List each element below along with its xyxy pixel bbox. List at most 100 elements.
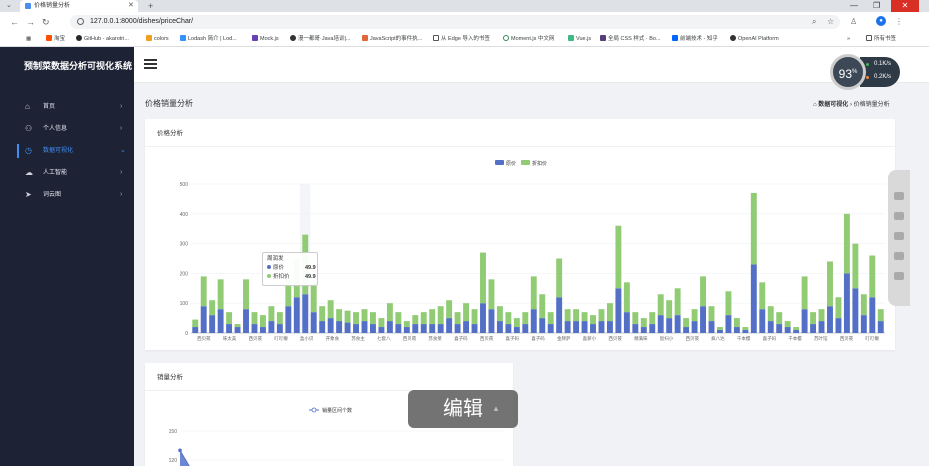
bookmark-item[interactable]: 漫一都哥·Java培训|...	[290, 32, 350, 47]
bar-original-price	[386, 321, 393, 333]
window-maximize-icon[interactable]: ❐	[873, 0, 880, 12]
sidebar-item-label: 数据可视化	[43, 148, 74, 154]
breadcrumb-link[interactable]: 数据可视化	[818, 102, 848, 108]
url-text: 127.0.0.1:8000/dishes/priceChar/	[90, 18, 194, 25]
series-swatch-icon	[267, 274, 271, 278]
bar-discount-price	[395, 312, 402, 325]
data-point	[178, 448, 182, 453]
zoom-icon[interactable]: ⌕	[812, 16, 816, 28]
sidebar-item-visualization[interactable]: ◷ 数据可视化 ⌄	[0, 140, 134, 162]
bookmark-folder[interactable]: 从 Edge 导入的书签	[433, 32, 490, 47]
bar-discount-price	[632, 312, 639, 325]
memory-gauge[interactable]: 93%	[830, 54, 866, 90]
bookmark-item[interactable]: 淘宝	[46, 32, 65, 47]
tab-close-icon[interactable]: ✕	[128, 0, 134, 12]
bookmark-item[interactable]: Vue.js	[568, 32, 591, 47]
bar-discount-price	[564, 309, 571, 322]
x-tick-label: 喜子码	[531, 335, 545, 342]
bar-original-price	[319, 321, 326, 333]
bar-original-price	[759, 309, 766, 333]
bookmark-item[interactable]: OpenAI Platform	[730, 32, 779, 47]
tool-icon[interactable]	[894, 272, 904, 280]
x-tick-label: 叮叮懒	[865, 335, 879, 342]
bookmark-item[interactable]: JavaScript的事件执...	[362, 32, 422, 47]
chevron-right-icon: ›	[120, 191, 123, 198]
bookmark-item[interactable]: colors	[146, 32, 169, 47]
tool-icon[interactable]	[894, 212, 904, 220]
x-tick-label: 疯八达	[711, 335, 725, 342]
forward-icon[interactable]: →	[26, 12, 35, 32]
breadcrumb: ⌂ 数据可视化 › 价格销量分析	[813, 99, 890, 108]
apps-grid-icon[interactable]: ▦	[26, 32, 31, 47]
reload-icon[interactable]: ↻	[42, 12, 50, 32]
bar-discount-price	[869, 255, 876, 298]
tooltip-title: 周润发	[267, 256, 284, 262]
bar-original-price	[234, 327, 241, 333]
sidebar-item-profile[interactable]: ⚇ 个人信息 ›	[0, 118, 134, 140]
sidebar-item-ai[interactable]: ☁ 人工智能 ›	[0, 162, 134, 184]
bar-original-price	[784, 327, 791, 333]
x-tick-label: 喜子码	[763, 335, 777, 342]
address-bar[interactable]: 127.0.0.1:8000/dishes/priceChar/	[70, 15, 840, 29]
upload-dot-icon	[866, 63, 869, 66]
tool-icon[interactable]	[894, 252, 904, 260]
bar-discount-price	[226, 312, 233, 325]
openai-icon	[730, 35, 736, 41]
series-swatch-icon	[267, 265, 271, 269]
x-tick-label: 苏叶馆	[814, 335, 828, 342]
bar-original-price	[877, 321, 884, 333]
x-tick-label: 西贝莜	[608, 335, 622, 342]
chart-icon: ◷	[25, 146, 32, 155]
all-bookmarks-button[interactable]: 所有书签	[866, 32, 896, 47]
bookmark-star-icon[interactable]: ☆	[827, 16, 834, 28]
bar-discount-price	[573, 309, 580, 322]
chevron-right-icon: ›	[120, 169, 123, 176]
bookmark-item[interactable]: 前端技术 - 知乎	[672, 32, 718, 47]
bookmark-label: 漫一都哥·Java培训|...	[298, 36, 351, 42]
bookmarks-more-button[interactable]: »	[847, 32, 850, 47]
profile-avatar[interactable]: ●	[876, 16, 886, 26]
bar-discount-price	[776, 312, 783, 325]
download-dot-icon	[866, 76, 869, 79]
x-tick-label: 开象食	[326, 335, 340, 342]
price-bar-chart[interactable]: 原价 折扣价0100200300400500西贝莜 味太美 西贝莜 叮叮懒 盒小识 开象食苏…	[145, 119, 895, 350]
bar-discount-price	[793, 327, 800, 331]
bar-discount-price	[463, 303, 470, 322]
bar-discount-price	[361, 309, 368, 322]
window-minimize-icon[interactable]: —	[850, 0, 858, 12]
bookmark-item[interactable]: 全局 CSS 样式 · Bo...	[600, 32, 661, 47]
bar-discount-price	[581, 312, 588, 322]
menu-toggle-icon[interactable]	[144, 59, 157, 69]
bar-discount-price	[480, 252, 486, 304]
bookmark-item[interactable]: Lodash 简介 | Lod...	[180, 32, 237, 47]
site-info-icon[interactable]	[77, 18, 84, 25]
sidebar-item-home[interactable]: ⌂ 首页 ›	[0, 96, 134, 118]
window-close-icon[interactable]: ✕	[891, 0, 919, 12]
bar-discount-price	[556, 258, 563, 298]
bookmark-label: 前端技术 - 知乎	[680, 36, 718, 42]
y-tick-label: 400	[180, 212, 189, 218]
browser-menu-icon[interactable]: ⋮	[895, 16, 903, 28]
tool-icon[interactable]	[894, 192, 904, 200]
tab-search-icon[interactable]: ⌄	[6, 0, 12, 12]
bar-original-price	[674, 315, 681, 333]
folder-icon	[433, 35, 439, 41]
extensions-icon[interactable]: ♙	[850, 16, 857, 28]
bookmark-item[interactable]: Mock.js	[252, 32, 279, 47]
sidebar-item-wordcloud[interactable]: ➤ 词云图 ›	[0, 184, 134, 206]
edit-button[interactable]: 编辑 ▲	[408, 390, 518, 428]
bookmark-item[interactable]: Moment.js 中文网	[503, 32, 554, 47]
tool-icon[interactable]	[894, 232, 904, 240]
new-tab-icon[interactable]: +	[148, 0, 153, 12]
browser-tab[interactable]: 价格销量分析	[20, 0, 138, 12]
bar-discount-price	[598, 309, 605, 322]
bar-discount-price	[530, 276, 537, 310]
bar-discount-price	[386, 303, 393, 322]
x-tick-label: 叮叮懒	[274, 335, 288, 342]
back-icon[interactable]: ←	[10, 12, 19, 32]
bookmark-item[interactable]: GitHub - akarotri...	[76, 32, 129, 47]
bar-discount-price	[606, 303, 613, 322]
bar-original-price	[463, 321, 470, 333]
bar-discount-price	[700, 276, 706, 307]
x-tick-label: 饭扫小	[660, 335, 674, 342]
